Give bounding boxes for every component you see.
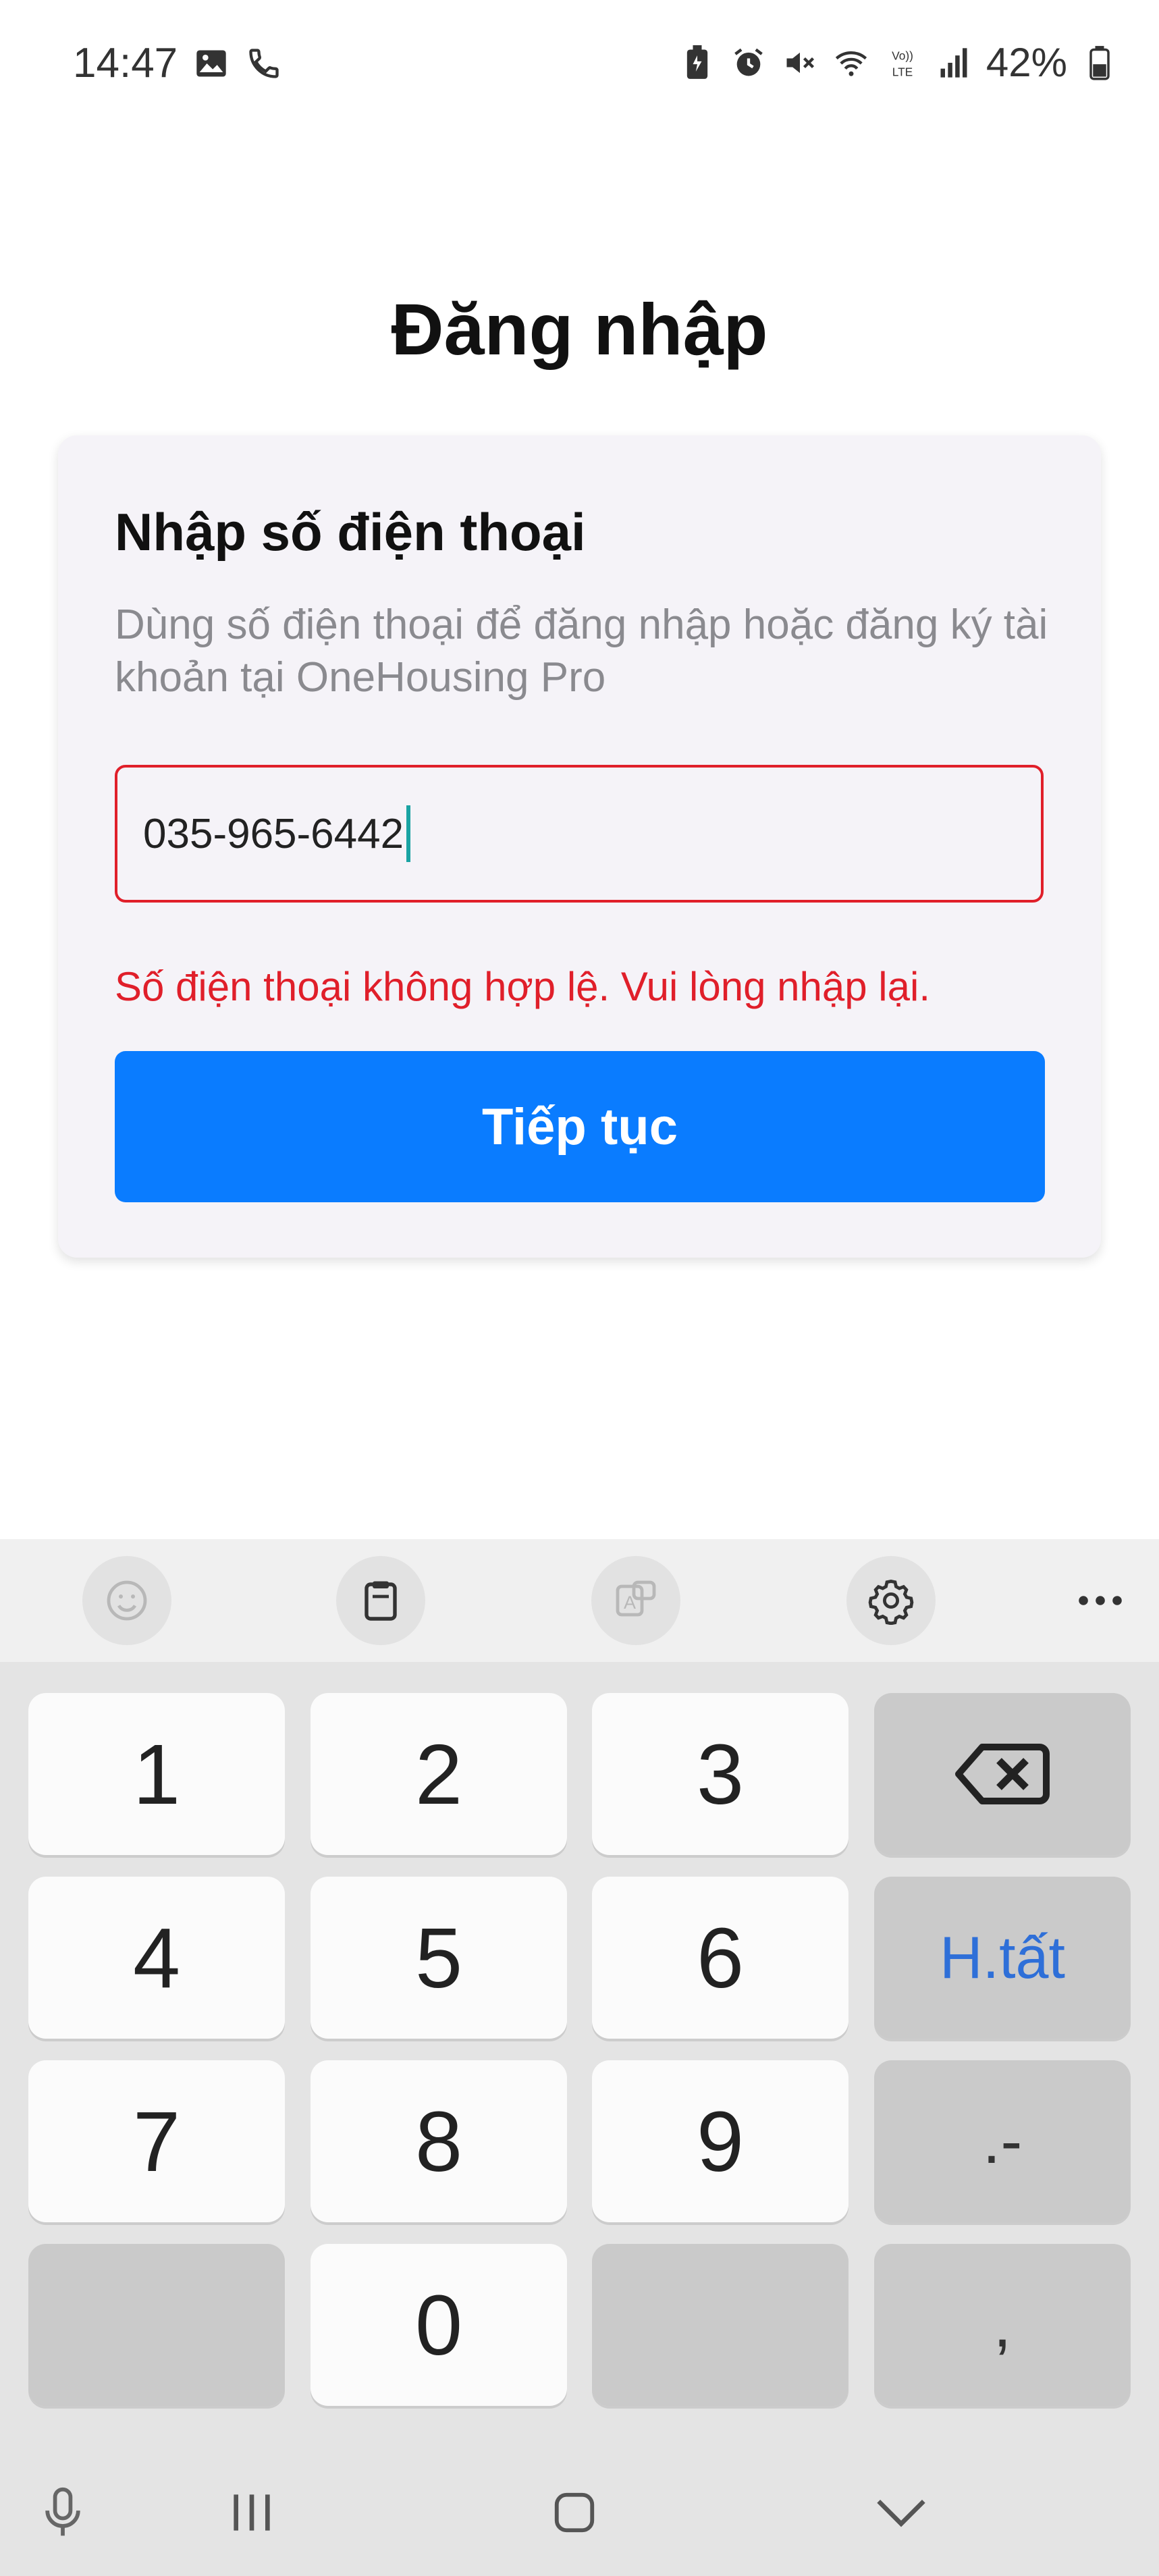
microphone-icon[interactable]	[26, 2475, 100, 2550]
numeric-keyboard: 1 2 3 4 5 6 H.tất 7 8 9 .- 0 ,	[0, 1662, 1159, 2445]
continue-button[interactable]: Tiếp tục	[115, 1051, 1045, 1202]
key-0[interactable]: 0	[311, 2244, 567, 2406]
svg-text:LTE: LTE	[892, 65, 913, 78]
dot-dash-key[interactable]: .-	[874, 2060, 1131, 2222]
battery-icon	[1081, 44, 1118, 82]
battery-percent: 42%	[986, 40, 1067, 85]
key-5[interactable]: 5	[311, 1877, 567, 2039]
key-1[interactable]: 1	[28, 1693, 285, 1855]
key-9[interactable]: 9	[592, 2060, 848, 2222]
page-title: Đăng nhập	[391, 288, 768, 370]
phone-number-input[interactable]: 035-965-6442	[115, 765, 1044, 903]
keyboard-toolbar: A	[0, 1539, 1159, 1662]
key-3[interactable]: 3	[592, 1693, 848, 1855]
phone-icon	[245, 45, 283, 82]
key-2[interactable]: 2	[311, 1693, 567, 1855]
volte-icon: Vo)) LTE	[884, 44, 921, 82]
status-bar: 14:47 Vo)) LTE 42%	[0, 0, 1159, 128]
text-edit-icon[interactable]: A	[591, 1556, 680, 1645]
key-8[interactable]: 8	[311, 2060, 567, 2222]
battery-saver-icon	[678, 44, 716, 82]
navigation-bar	[0, 2445, 1159, 2576]
recent-apps-icon[interactable]	[215, 2475, 289, 2550]
status-bar-left: 14:47	[73, 39, 283, 87]
wifi-icon	[832, 44, 870, 82]
status-bar-right: Vo)) LTE 42%	[678, 39, 1118, 86]
status-time: 14:47	[73, 40, 178, 86]
home-icon[interactable]	[537, 2475, 612, 2550]
done-key[interactable]: H.tất	[874, 1877, 1131, 2039]
key-6[interactable]: 6	[592, 1877, 848, 2039]
more-icon[interactable]	[1060, 1556, 1141, 1645]
hide-keyboard-icon[interactable]	[864, 2475, 938, 2550]
key-7[interactable]: 7	[28, 2060, 285, 2222]
key-4[interactable]: 4	[28, 1877, 285, 2039]
blank-key-left	[28, 2244, 285, 2406]
clipboard-icon[interactable]	[336, 1556, 425, 1645]
blank-key-right	[592, 2244, 848, 2406]
signal-icon	[935, 44, 973, 82]
text-cursor	[406, 805, 411, 862]
emoji-icon[interactable]	[82, 1556, 171, 1645]
svg-text:Vo)): Vo))	[892, 49, 913, 62]
error-message: Số điện thoại không hợp lệ. Vui lòng nhậ…	[115, 964, 930, 1009]
backspace-icon	[955, 1744, 1050, 1804]
backspace-key[interactable]	[874, 1693, 1131, 1855]
card-description: Dùng số điện thoại để đăng nhập hoặc đăn…	[115, 601, 1048, 701]
card-title: Nhập số điện thoại	[115, 502, 586, 562]
alarm-icon	[730, 44, 767, 82]
image-icon	[192, 45, 230, 82]
phone-number-value: 035-965-6442	[143, 810, 404, 857]
comma-key[interactable]: ,	[874, 2244, 1131, 2406]
login-card: Nhập số điện thoại Dùng số điện thoại để…	[58, 435, 1101, 1258]
mute-icon	[781, 44, 819, 82]
settings-icon[interactable]	[846, 1556, 936, 1645]
